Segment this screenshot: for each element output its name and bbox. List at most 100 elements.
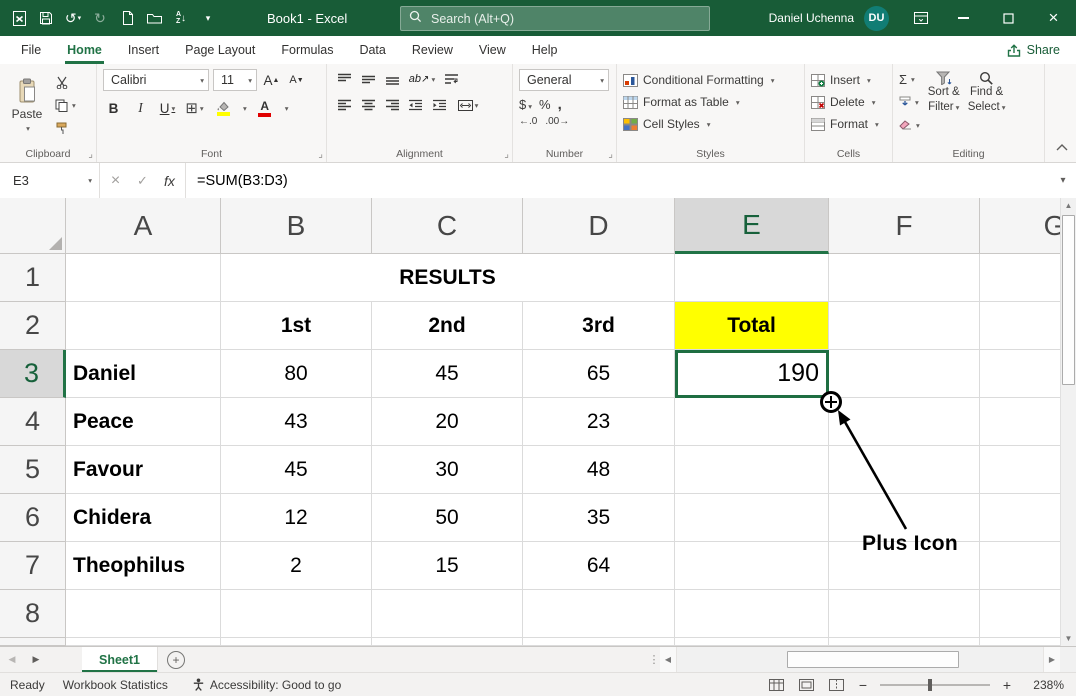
undo-icon[interactable]: ↺▾ — [64, 9, 82, 27]
cell-a9-partial[interactable] — [66, 638, 221, 646]
row-header-7[interactable]: 7 — [0, 542, 66, 590]
tab-data[interactable]: Data — [346, 36, 398, 64]
cell-b6[interactable]: 12 — [221, 494, 372, 542]
cell-a8[interactable] — [66, 590, 221, 638]
font-dialog-launcher[interactable]: ⌟ — [318, 150, 323, 160]
cell-f5[interactable] — [829, 446, 980, 494]
cell-a3[interactable]: Daniel — [66, 350, 221, 398]
accessibility-status-button[interactable]: Accessibility: Good to go — [192, 678, 341, 692]
cell-f8[interactable] — [829, 590, 980, 638]
cell-g1[interactable] — [980, 254, 1060, 302]
row-header-1[interactable]: 1 — [0, 254, 66, 302]
cell-f3[interactable] — [829, 350, 980, 398]
cut-button[interactable] — [55, 74, 76, 90]
cell-e2-total-header[interactable]: Total — [675, 302, 829, 350]
orientation-button[interactable]: ab ↗ ▾ — [405, 69, 439, 89]
insert-cells-button[interactable]: Insert ▾ — [811, 69, 886, 91]
cell-c8[interactable] — [372, 590, 523, 638]
cell-a7[interactable]: Theophilus — [66, 542, 221, 590]
cell-d6[interactable]: 35 — [523, 494, 675, 542]
merge-center-button[interactable]: ▾ — [453, 95, 483, 115]
cell-e9-partial[interactable] — [675, 638, 829, 646]
cell-g4[interactable] — [980, 398, 1060, 446]
row-header-8[interactable]: 8 — [0, 590, 66, 638]
enter-formula-icon[interactable]: ✓ — [129, 173, 156, 189]
page-break-view-button[interactable] — [826, 676, 846, 694]
new-sheet-button[interactable]: + — [158, 647, 194, 672]
cell-a2[interactable] — [66, 302, 221, 350]
zoom-out-button[interactable]: − — [856, 677, 870, 693]
column-header-b[interactable]: B — [221, 198, 372, 254]
currency-format-button[interactable]: $▾ — [519, 97, 532, 112]
cell-c4[interactable]: 20 — [372, 398, 523, 446]
vertical-scrollbar[interactable]: ▲ ▼ — [1060, 198, 1076, 646]
scrollbar-splitter-icon[interactable]: ⋮ — [648, 647, 660, 672]
horizontal-scrollbar[interactable]: ◀ ▶ — [660, 647, 1060, 672]
tab-home[interactable]: Home — [54, 36, 115, 64]
cell-e3-selected[interactable]: 190 — [675, 350, 829, 398]
cell-d8[interactable] — [523, 590, 675, 638]
cell-d9-partial[interactable] — [523, 638, 675, 646]
column-header-c[interactable]: C — [372, 198, 523, 254]
page-layout-view-button[interactable] — [796, 676, 816, 694]
ribbon-display-options-icon[interactable] — [901, 0, 941, 36]
format-painter-button[interactable] — [55, 120, 76, 136]
collapse-ribbon-chevron-icon[interactable] — [1056, 138, 1068, 156]
cell-f1[interactable] — [829, 254, 980, 302]
alignment-dialog-launcher[interactable]: ⌟ — [504, 150, 509, 160]
format-cells-button[interactable]: Format ▾ — [811, 113, 886, 135]
delete-cells-button[interactable]: Delete ▾ — [811, 91, 886, 113]
row-header-6[interactable]: 6 — [0, 494, 66, 542]
horizontal-scroll-track[interactable] — [676, 647, 1044, 672]
number-dialog-launcher[interactable]: ⌟ — [608, 150, 613, 160]
cell-f4[interactable] — [829, 398, 980, 446]
cell-e8[interactable] — [675, 590, 829, 638]
cell-f2[interactable] — [829, 302, 980, 350]
font-color-button[interactable]: A — [253, 97, 277, 119]
column-header-f[interactable]: F — [829, 198, 980, 254]
row-header-5[interactable]: 5 — [0, 446, 66, 494]
zoom-slider[interactable] — [880, 678, 990, 692]
formula-input[interactable]: =SUM(B3:D3) — [186, 163, 1050, 198]
search-bar[interactable] — [400, 6, 710, 31]
workbook-statistics-button[interactable]: Workbook Statistics — [63, 678, 168, 692]
cell-e1[interactable] — [675, 254, 829, 302]
cell-g3[interactable] — [980, 350, 1060, 398]
borders-button[interactable]: ⊞▾ — [184, 98, 205, 119]
customize-qat-caret-icon[interactable]: ▾ — [199, 9, 217, 27]
tab-insert[interactable]: Insert — [115, 36, 172, 64]
cell-g8[interactable] — [980, 590, 1060, 638]
fill-button[interactable]: ▾ — [899, 92, 920, 112]
select-all-button[interactable] — [0, 198, 66, 254]
excel-logo-icon[interactable] — [10, 9, 28, 27]
find-select-button[interactable]: Find & Select▾ — [968, 69, 1006, 135]
tab-file[interactable]: File — [8, 36, 54, 64]
align-top-button[interactable] — [333, 69, 355, 89]
row-header-2[interactable]: 2 — [0, 302, 66, 350]
tab-help[interactable]: Help — [519, 36, 571, 64]
cell-c9-partial[interactable] — [372, 638, 523, 646]
cancel-formula-icon[interactable]: × — [102, 172, 129, 190]
copy-button[interactable]: ▾ — [55, 97, 76, 113]
bold-button[interactable]: B — [103, 98, 124, 119]
comma-format-button[interactable]: , — [558, 96, 562, 113]
cell-a6[interactable]: Chidera — [66, 494, 221, 542]
tab-formulas[interactable]: Formulas — [268, 36, 346, 64]
cell-c3[interactable]: 45 — [372, 350, 523, 398]
cell-d2[interactable]: 3rd — [523, 302, 675, 350]
percent-format-button[interactable]: % — [539, 97, 551, 112]
italic-button[interactable]: I — [130, 98, 151, 119]
fill-handle-plus-icon[interactable] — [820, 391, 842, 413]
sort-az-icon[interactable]: AZ ↓ — [172, 9, 190, 27]
maximize-button[interactable] — [986, 0, 1031, 36]
increase-decimal-button[interactable]: ←.0 — [519, 116, 537, 127]
row-header-3[interactable]: 3 — [0, 350, 66, 398]
column-header-g[interactable]: G — [980, 198, 1060, 254]
decrease-font-size-button[interactable]: A▼ — [286, 70, 307, 91]
number-format-select[interactable]: General ▾ — [519, 69, 609, 91]
underline-button[interactable]: U▾ — [157, 98, 178, 119]
cell-d7[interactable]: 64 — [523, 542, 675, 590]
scroll-up-icon[interactable]: ▲ — [1061, 198, 1076, 213]
clear-button[interactable]: ▾ — [899, 115, 920, 135]
cell-b4[interactable]: 43 — [221, 398, 372, 446]
